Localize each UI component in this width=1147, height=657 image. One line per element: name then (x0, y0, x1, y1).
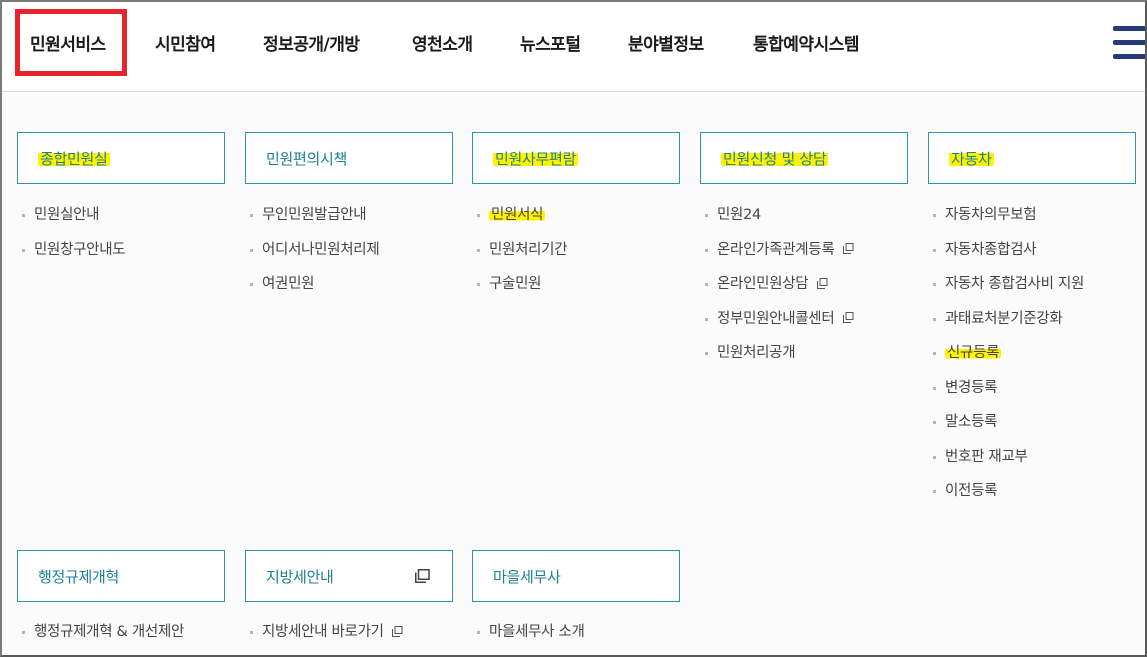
list-item[interactable]: 민원창구안내도 (19, 240, 126, 275)
list-item[interactable]: 자동차 종합검사비 지원 (930, 274, 1084, 309)
list-item[interactable]: 행정규제개혁 & 개선제안 (19, 622, 184, 655)
list-village-tax-advisor: 마을세무사 소개 (474, 622, 585, 655)
list-item[interactable]: 민원처리기간 (474, 240, 568, 275)
list-item[interactable]: 무인민원발급안내 (247, 205, 379, 240)
hamburger-icon[interactable] (1113, 26, 1145, 62)
category-civil-handbook[interactable]: 민원사무편람 (472, 132, 680, 184)
external-link-icon (842, 312, 854, 323)
list-item[interactable]: 민원서식 (474, 205, 567, 240)
category-title: 지방세안내 (266, 568, 334, 586)
list-item[interactable]: 번호판 재교부 (930, 447, 1084, 482)
list-civil-convenience: 무인민원발급안내 어디서나민원처리제 여권민원 (247, 205, 380, 309)
category-civil-convenience[interactable]: 민원편의시책 (245, 132, 453, 184)
category-general-civil-office[interactable]: 종합민원실 (17, 132, 225, 184)
top-navigation: 민원서비스 시민참여 정보공개/개방 영천소개 뉴스포털 분야별정보 통합예약시… (2, 2, 1145, 92)
list-item[interactable]: 자동차의무보험 (930, 205, 1084, 240)
list-automobile: 자동차의무보험 자동차종합검사 자동차 종합검사비 지원 과태료처분기준강화 신… (930, 205, 1084, 516)
nav-item-news-portal[interactable]: 뉴스포털 (520, 2, 581, 88)
list-item[interactable]: 온라인가족관계등록 (702, 240, 854, 275)
list-regulatory-reform: 행정규제개혁 & 개선제안 (19, 622, 184, 655)
list-civil-handbook: 민원서식 민원처리기간 구술민원 (474, 205, 568, 309)
list-item[interactable]: 지방세안내 바로가기 (247, 622, 403, 655)
nav-item-civil-service[interactable]: 민원서비스 (30, 2, 106, 88)
category-title: 민원편의시책 (266, 150, 348, 168)
category-local-tax[interactable]: 지방세안내 (245, 550, 453, 602)
list-item-label: 지방세안내 바로가기 (262, 624, 384, 640)
external-link-icon (391, 625, 403, 637)
list-item[interactable]: 과태료처분기준강화 (930, 309, 1084, 344)
list-item-label: 정부민원안내콜센터 (717, 310, 835, 327)
list-item[interactable]: 신규등록 (930, 343, 1084, 378)
external-link-icon (415, 569, 430, 583)
external-link-icon (842, 243, 854, 254)
list-item[interactable]: 여권민원 (247, 274, 379, 309)
nav-item-reservation-system[interactable]: 통합예약시스템 (753, 2, 859, 88)
category-title: 자동차 (949, 148, 994, 169)
category-title: 종합민원실 (38, 148, 110, 169)
nav-item-about-yeongcheon[interactable]: 영천소개 (412, 2, 473, 88)
list-local-tax: 지방세안내 바로가기 (247, 622, 403, 655)
list-civil-application: 민원24 온라인가족관계등록 온라인민원상담 정부민원안내콜센터 민원처리공개 (702, 205, 854, 378)
list-item[interactable]: 말소등록 (930, 412, 1084, 447)
list-item[interactable]: 이전등록 (930, 481, 1084, 516)
list-item[interactable]: 변경등록 (930, 378, 1084, 413)
app-window: 민원서비스 시민참여 정보공개/개방 영천소개 뉴스포털 분야별정보 통합예약시… (0, 0, 1147, 657)
nav-item-citizen-participation[interactable]: 시민참여 (155, 2, 216, 88)
list-item[interactable]: 어디서나민원처리제 (247, 240, 380, 275)
category-title: 마을세무사 (493, 568, 561, 586)
list-item-label: 온라인민원상담 (717, 276, 809, 292)
list-item[interactable]: 민원24 (702, 205, 854, 240)
category-automobile[interactable]: 자동차 (928, 132, 1136, 184)
list-item[interactable]: 민원실안내 (19, 205, 125, 240)
nav-item-field-info[interactable]: 분야별정보 (628, 2, 704, 88)
category-title: 민원사무편람 (493, 148, 579, 169)
list-item[interactable]: 온라인민원상담 (702, 274, 854, 309)
category-title: 민원신청 및 상담 (721, 148, 829, 169)
list-item[interactable]: 마을세무사 소개 (474, 622, 585, 655)
list-item[interactable]: 정부민원안내콜센터 (702, 309, 854, 344)
category-civil-application[interactable]: 민원신청 및 상담 (700, 132, 908, 184)
nav-item-info-disclosure[interactable]: 정보공개/개방 (263, 2, 360, 88)
list-item-label: 온라인가족관계등록 (717, 241, 835, 258)
list-item-label: 민원서식 (489, 207, 546, 223)
list-item[interactable]: 민원처리공개 (702, 343, 854, 378)
category-village-tax-advisor[interactable]: 마을세무사 (472, 550, 680, 602)
list-general-civil-office: 민원실안내 민원창구안내도 (19, 205, 126, 275)
list-item[interactable]: 구술민원 (474, 274, 567, 309)
category-regulatory-reform[interactable]: 행정규제개혁 (17, 550, 225, 602)
category-title: 행정규제개혁 (38, 568, 120, 586)
list-item[interactable]: 자동차종합검사 (930, 240, 1084, 275)
list-item-label: 신규등록 (945, 345, 1002, 361)
external-link-icon (816, 277, 828, 289)
